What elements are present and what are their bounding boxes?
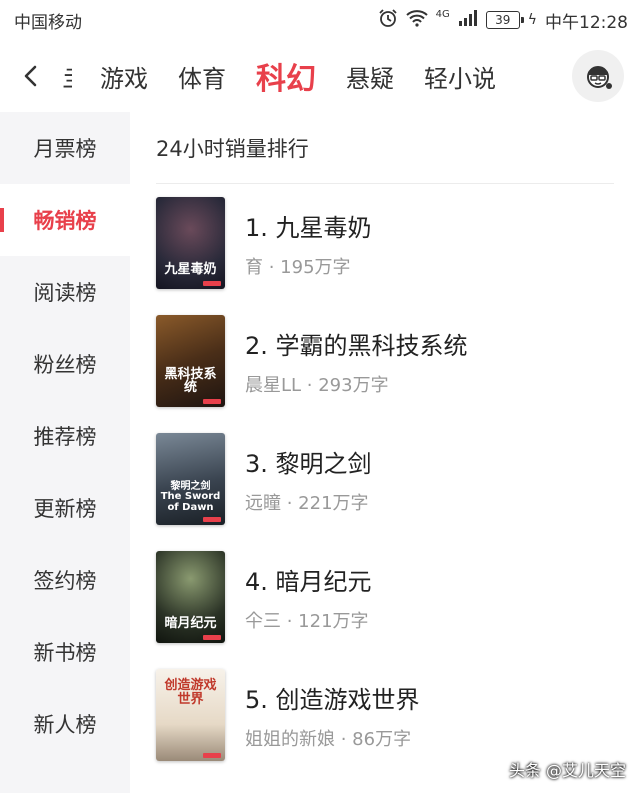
book-title: 2. 学霸的黑科技系统 xyxy=(245,331,468,360)
book-info: 1. 九星毒奶 育 · 195万字 xyxy=(245,208,372,279)
publisher-badge xyxy=(203,753,221,758)
sidebar-item-update[interactable]: 更新榜 xyxy=(0,472,130,544)
tab-scifi[interactable]: 科幻 xyxy=(256,54,316,98)
book-meta: 育 · 195万字 xyxy=(245,256,351,278)
book-meta: 仐三 · 121万字 xyxy=(245,610,369,632)
tab-mystery[interactable]: 悬疑 xyxy=(346,59,394,94)
publisher-badge xyxy=(203,399,221,404)
user-avatar-button[interactable] xyxy=(572,50,624,102)
category-nav: 亖 游戏 体育 科幻 悬疑 轻小说 xyxy=(0,40,640,112)
sidebar-item-new-books[interactable]: 新书榜 xyxy=(0,616,130,688)
book-meta: 远瞳 · 221万字 xyxy=(245,492,369,514)
status-icons: 4G 39 ϟ 中午12:28 xyxy=(378,8,628,33)
book-item[interactable]: 暗月纪元 4. 暗月纪元 仐三 · 121万字 xyxy=(156,538,614,656)
book-cover: 九星毒奶 xyxy=(156,197,225,289)
book-cover: 创造游戏世界 xyxy=(156,669,225,761)
book-title: 5. 创造游戏世界 xyxy=(245,685,420,714)
tab-sports[interactable]: 体育 xyxy=(178,59,226,94)
cover-title: 黑科技系统 xyxy=(164,366,217,396)
section-title: 24小时销量排行 xyxy=(156,112,614,184)
sidebar-item-reading[interactable]: 阅读榜 xyxy=(0,256,130,328)
book-item[interactable]: 黎明之剑 The Sword of Dawn 3. 黎明之剑 远瞳 · 221万… xyxy=(156,420,614,538)
status-time: 中午12:28 xyxy=(545,12,628,33)
ranking-sidebar: 月票榜 畅销榜 阅读榜 粉丝榜 推荐榜 更新榜 签约榜 新书榜 新人榜 xyxy=(0,112,130,793)
tab-light-novel[interactable]: 轻小说 xyxy=(424,59,496,94)
sidebar-item-monthly-ticket[interactable]: 月票榜 xyxy=(0,112,130,184)
sidebar-item-signed[interactable]: 签约榜 xyxy=(0,544,130,616)
charging-icon: ϟ xyxy=(527,12,537,28)
book-info: 4. 暗月纪元 仐三 · 121万字 xyxy=(245,562,372,633)
book-info: 5. 创造游戏世界 姐姐的新娘 · 86万字 xyxy=(245,680,420,751)
reader-avatar-icon xyxy=(587,66,612,89)
sidebar-item-bestseller[interactable]: 畅销榜 xyxy=(0,184,130,256)
network-type: 4G xyxy=(435,8,450,20)
wifi-icon xyxy=(405,9,428,32)
publisher-badge xyxy=(203,635,221,640)
signal-icon xyxy=(458,9,478,32)
back-button[interactable] xyxy=(0,40,62,112)
sidebar-item-new-authors[interactable]: 新人榜 xyxy=(0,688,130,760)
book-cover: 黎明之剑 The Sword of Dawn xyxy=(156,433,225,525)
book-meta: 晨星LL · 293万字 xyxy=(245,374,389,396)
book-title: 1. 九星毒奶 xyxy=(245,213,372,242)
chevron-left-icon xyxy=(24,65,37,87)
battery-icon: 39 xyxy=(485,11,524,29)
sidebar-item-recommend[interactable]: 推荐榜 xyxy=(0,400,130,472)
cover-title: 九星毒奶 xyxy=(164,262,217,278)
carrier-name: 中国移动 xyxy=(14,12,82,33)
watermark: 头条 @艾儿天空 xyxy=(508,761,626,780)
publisher-badge xyxy=(203,517,221,522)
book-meta: 姐姐的新娘 · 86万字 xyxy=(245,728,412,750)
book-cover: 黑科技系统 xyxy=(156,315,225,407)
ranking-list: 24小时销量排行 九星毒奶 1. 九星毒奶 育 · 195万字 黑科技系统 2.… xyxy=(156,112,614,774)
book-cover: 暗月纪元 xyxy=(156,551,225,643)
book-info: 3. 黎明之剑 远瞳 · 221万字 xyxy=(245,444,372,515)
publisher-badge xyxy=(203,281,221,286)
tab-partial[interactable]: 亖 xyxy=(62,59,72,94)
book-item[interactable]: 黑科技系统 2. 学霸的黑科技系统 晨星LL · 293万字 xyxy=(156,302,614,420)
cover-title: 暗月纪元 xyxy=(164,616,217,632)
tab-games[interactable]: 游戏 xyxy=(100,59,148,94)
cover-title: 黎明之剑 The Sword of Dawn xyxy=(160,480,221,513)
book-item[interactable]: 九星毒奶 1. 九星毒奶 育 · 195万字 xyxy=(156,184,614,302)
book-info: 2. 学霸的黑科技系统 晨星LL · 293万字 xyxy=(245,326,468,397)
sidebar-item-fans[interactable]: 粉丝榜 xyxy=(0,328,130,400)
battery-level: 39 xyxy=(495,13,511,27)
status-bar: 中国移动 4G 39 ϟ 中午12:28 xyxy=(0,0,640,40)
cover-title: 创造游戏世界 xyxy=(164,678,217,707)
book-title: 3. 黎明之剑 xyxy=(245,449,372,478)
alarm-icon xyxy=(378,8,398,33)
book-title: 4. 暗月纪元 xyxy=(245,567,372,596)
category-tabs: 亖 游戏 体育 科幻 悬疑 轻小说 xyxy=(62,40,572,112)
